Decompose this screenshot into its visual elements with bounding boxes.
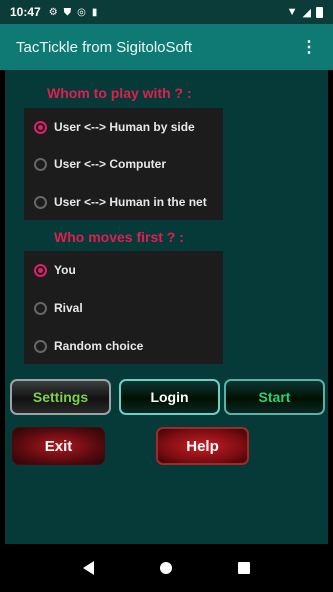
radio-button[interactable] xyxy=(34,301,47,315)
radio-button[interactable] xyxy=(34,120,47,134)
status-bar: 10:47 ⚙ ⛊ ◎ ▮ ▼ ◢ xyxy=(0,0,333,24)
help-button[interactable]: Help xyxy=(156,427,249,465)
radio-label: User <--> Computer xyxy=(54,157,167,171)
wifi-icon: ▼ xyxy=(286,6,298,18)
back-icon[interactable] xyxy=(83,561,94,575)
app-bar: TacTickle from SigitoloSoft ⋮ xyxy=(0,24,333,70)
radio-random-choice[interactable]: Random choice xyxy=(34,339,143,353)
radio-label: Random choice xyxy=(54,339,144,353)
overflow-menu-icon[interactable]: ⋮ xyxy=(301,37,317,57)
status-time: 10:47 xyxy=(10,5,41,19)
radio-label: User <--> Human in the net xyxy=(54,195,207,209)
radio-label: Rival xyxy=(54,301,83,315)
settings-button[interactable]: Settings xyxy=(10,379,111,415)
start-button[interactable]: Start xyxy=(224,379,325,415)
radio-human-in-net[interactable]: User <--> Human in the net xyxy=(34,195,207,209)
home-icon[interactable] xyxy=(160,562,172,574)
app-title: TacTickle from SigitoloSoft xyxy=(16,38,193,56)
battery-icon xyxy=(316,6,323,18)
radio-label: User <--> Human by side xyxy=(54,120,195,134)
radio-button[interactable] xyxy=(34,339,47,353)
moves-first-radio-group: You Rival Random choice xyxy=(24,251,223,364)
sd-card-icon: ▮ xyxy=(91,6,98,18)
data-saver-icon: ◎ xyxy=(77,6,86,18)
radio-rival[interactable]: Rival xyxy=(34,301,83,315)
radio-computer[interactable]: User <--> Computer xyxy=(34,157,166,171)
shield-icon: ⛊ xyxy=(63,6,72,18)
radio-button[interactable] xyxy=(34,195,47,209)
play-with-title: Whom to play with ? : xyxy=(47,85,192,101)
play-with-radio-group: User <--> Human by side User <--> Comput… xyxy=(24,108,223,220)
moves-first-title: Who moves first ? : xyxy=(54,229,184,245)
login-button[interactable]: Login xyxy=(119,379,220,415)
radio-button[interactable] xyxy=(34,157,47,171)
exit-button[interactable]: Exit xyxy=(12,427,105,465)
main-content: Whom to play with ? : User <--> Human by… xyxy=(5,70,328,544)
recent-apps-icon[interactable] xyxy=(238,562,250,574)
system-nav-bar xyxy=(0,544,333,592)
gear-icon: ⚙ xyxy=(48,6,58,18)
radio-label: You xyxy=(54,263,76,277)
signal-icon: ◢ xyxy=(302,6,311,19)
radio-you[interactable]: You xyxy=(34,263,76,277)
radio-human-by-side[interactable]: User <--> Human by side xyxy=(34,120,195,134)
radio-button[interactable] xyxy=(34,263,47,277)
status-right-icons: ▼ ◢ xyxy=(287,6,323,19)
